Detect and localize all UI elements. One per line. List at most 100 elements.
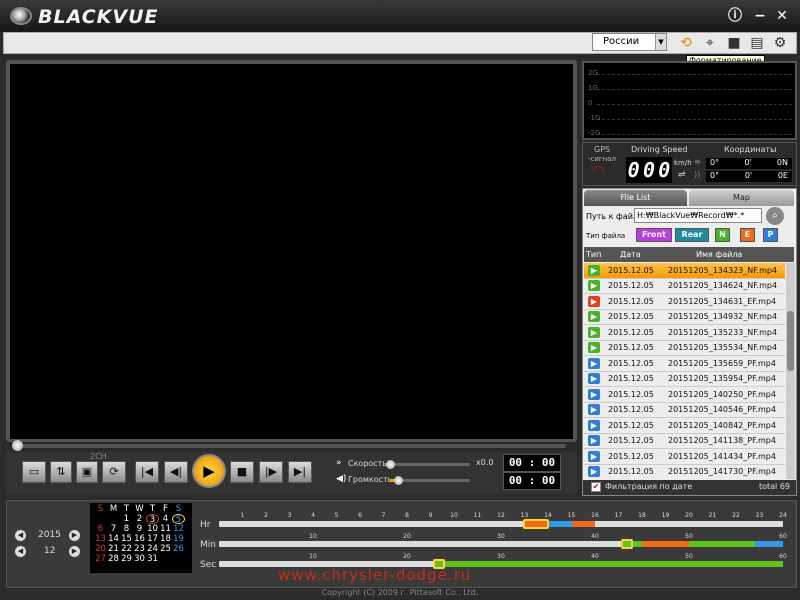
calendar-day[interactable]: 17 <box>146 534 159 544</box>
calendar-day[interactable]: 10 <box>146 524 159 534</box>
tab-file-list[interactable]: File List <box>584 190 687 206</box>
calendar-day[interactable]: 27 <box>94 554 107 564</box>
file-row[interactable]: ▶ 2015.12.05 20151205_135954_PF.mp4 <box>584 372 785 387</box>
pip-button[interactable]: ▣ <box>76 461 98 483</box>
file-row[interactable]: ▶ 2015.12.05 20151205_141138_PF.mp4 <box>584 434 785 449</box>
calendar-day[interactable]: 13 <box>94 534 107 544</box>
calendar-day[interactable]: 9 <box>133 524 146 534</box>
file-row[interactable]: ▶ 2015.12.05 20151205_134631_EF.mp4 <box>584 294 785 310</box>
stop-button[interactable]: ■ <box>230 461 254 483</box>
gps-icon[interactable]: ⌖ <box>701 34 719 52</box>
volume-slider-handle[interactable] <box>394 476 403 485</box>
type-column-header[interactable]: Тип <box>586 247 601 262</box>
seek-bar[interactable] <box>12 444 566 448</box>
file-row[interactable]: ▶ 2015.12.05 20151205_141434_PF.mp4 <box>584 449 785 465</box>
printer-icon[interactable]: ▤ <box>748 34 766 52</box>
calendar-day[interactable]: 19 <box>172 534 185 544</box>
file-row[interactable]: ▶ 2015.12.05 20151205_134932_NF.mp4 <box>584 310 785 325</box>
speed-slider-handle[interactable] <box>386 460 395 469</box>
calendar-day[interactable]: 30 <box>133 554 146 564</box>
file-row[interactable]: ▶ 2015.12.05 20151205_141730_PF.mp4 <box>584 465 785 480</box>
gear-icon[interactable]: ⚙ <box>771 34 789 52</box>
calendar-day[interactable]: 8 <box>120 524 133 534</box>
minute-segment-parking[interactable] <box>754 541 783 547</box>
normal-filter-button[interactable]: N <box>715 228 730 242</box>
tab-map[interactable]: Map <box>689 190 794 206</box>
calendar-day[interactable]: 15 <box>120 534 133 544</box>
file-row[interactable]: ▶ 2015.12.05 20151205_140842_PF.mp4 <box>584 418 785 434</box>
seek-handle[interactable] <box>12 440 23 451</box>
calendar-day[interactable]: 21 <box>107 544 120 554</box>
file-list-scrollbar[interactable] <box>786 263 795 479</box>
next-file-button[interactable]: ▶| <box>288 461 312 483</box>
calendar-day[interactable]: 1 <box>120 514 133 524</box>
calendar-day[interactable]: 25 <box>159 544 172 554</box>
video-viewport[interactable] <box>10 64 573 439</box>
camera-icon[interactable]: ■ <box>725 34 743 52</box>
file-row[interactable]: ▶ 2015.12.05 20151205_140546_PF.mp4 <box>584 403 785 418</box>
scrollbar-thumb[interactable] <box>787 311 794 371</box>
month-next-button[interactable]: ▶ <box>69 546 80 557</box>
selected-minute-marker[interactable] <box>621 539 634 549</box>
calendar-day[interactable]: 28 <box>107 554 120 564</box>
calendar-day[interactable]: 29 <box>120 554 133 564</box>
calendar-day[interactable]: 23 <box>133 544 146 554</box>
date-column-header[interactable]: Дата <box>620 247 641 262</box>
file-row[interactable]: ▶ 2015.12.05 20151205_134624_NF.mp4 <box>584 279 785 294</box>
calendar-day[interactable]: 7 <box>107 524 120 534</box>
timeline-tick-label: 12 <box>497 512 505 519</box>
calendar-day[interactable]: 18 <box>159 534 172 544</box>
name-column-header[interactable]: Имя файла <box>696 247 742 262</box>
minute-segment-event[interactable] <box>642 541 689 547</box>
close-icon[interactable]: ✕ <box>774 8 790 24</box>
calendar-day[interactable]: 4 <box>159 514 172 524</box>
year-prev-button[interactable]: ◀ <box>15 530 26 541</box>
swap-channel-button[interactable]: ⟳ <box>102 461 126 483</box>
rear-filter-button[interactable]: Rear <box>675 228 709 242</box>
format-icon[interactable]: ⟲ <box>677 34 695 52</box>
hour-segment-recorded[interactable] <box>571 521 595 527</box>
frame-forward-button[interactable]: |▶ <box>259 461 283 483</box>
calendar-day[interactable]: 12 <box>172 524 185 534</box>
rewind-button[interactable]: ◀| <box>164 461 188 483</box>
search-button[interactable]: ⌕ <box>766 207 784 225</box>
front-filter-button[interactable]: Front <box>636 228 672 242</box>
parking-filter-button[interactable]: P <box>763 228 778 242</box>
minimize-icon[interactable]: − <box>752 8 768 24</box>
previous-file-button[interactable]: |◀ <box>135 461 159 483</box>
year-next-button[interactable]: ▶ <box>69 530 80 541</box>
calendar-day[interactable]: 14 <box>107 534 120 544</box>
second-segment-recorded[interactable] <box>435 561 783 567</box>
selected-hour-marker[interactable] <box>522 519 549 529</box>
file-row[interactable]: ▶ 2015.12.05 20151205_135659_PF.mp4 <box>584 356 785 372</box>
file-row[interactable]: ▶ 2015.12.05 20151205_134323_NF.mp4 <box>584 263 785 279</box>
date-filter-checkbox[interactable]: ✔ <box>591 482 601 492</box>
file-row[interactable]: ▶ 2015.12.05 20151205_135233_NF.mp4 <box>584 325 785 341</box>
speed-slider[interactable] <box>390 463 470 466</box>
open-folder-button[interactable]: ▭ <box>22 461 46 483</box>
path-input[interactable]: H:₩BlackVue₩Record₩*.* <box>634 208 762 223</box>
play-button[interactable]: ▶ <box>192 454 226 488</box>
export-button[interactable]: ⇅ <box>50 461 72 483</box>
calendar-day[interactable]: 6 <box>94 524 107 534</box>
calendar-day[interactable]: 20 <box>94 544 107 554</box>
calendar-day[interactable]: 3 <box>146 514 159 525</box>
calendar-day[interactable]: 22 <box>120 544 133 554</box>
info-icon[interactable]: ⓘ <box>727 8 743 24</box>
calendar-day[interactable]: 11 <box>159 524 172 534</box>
minute-timeline[interactable] <box>219 539 783 549</box>
unit-toggle-icon[interactable]: ⇌ <box>678 170 686 180</box>
chevron-down-icon[interactable]: ▼ <box>655 34 666 50</box>
calendar-day[interactable]: 31 <box>146 554 159 564</box>
calendar-day[interactable]: 26 <box>172 544 185 554</box>
file-row[interactable]: ▶ 2015.12.05 20151205_140250_PF.mp4 <box>584 387 785 403</box>
calendar-day[interactable]: 16 <box>133 534 146 544</box>
month-prev-button[interactable]: ◀ <box>15 546 26 557</box>
hour-segment-recorded[interactable] <box>548 521 572 527</box>
event-filter-button[interactable]: E <box>740 228 755 242</box>
calendar-day[interactable]: 2 <box>133 514 146 524</box>
calendar-day[interactable]: 5 <box>172 514 185 525</box>
calendar-day[interactable]: 24 <box>146 544 159 554</box>
file-row[interactable]: ▶ 2015.12.05 20151205_135534_NF.mp4 <box>584 341 785 356</box>
hour-timeline[interactable] <box>219 519 783 529</box>
